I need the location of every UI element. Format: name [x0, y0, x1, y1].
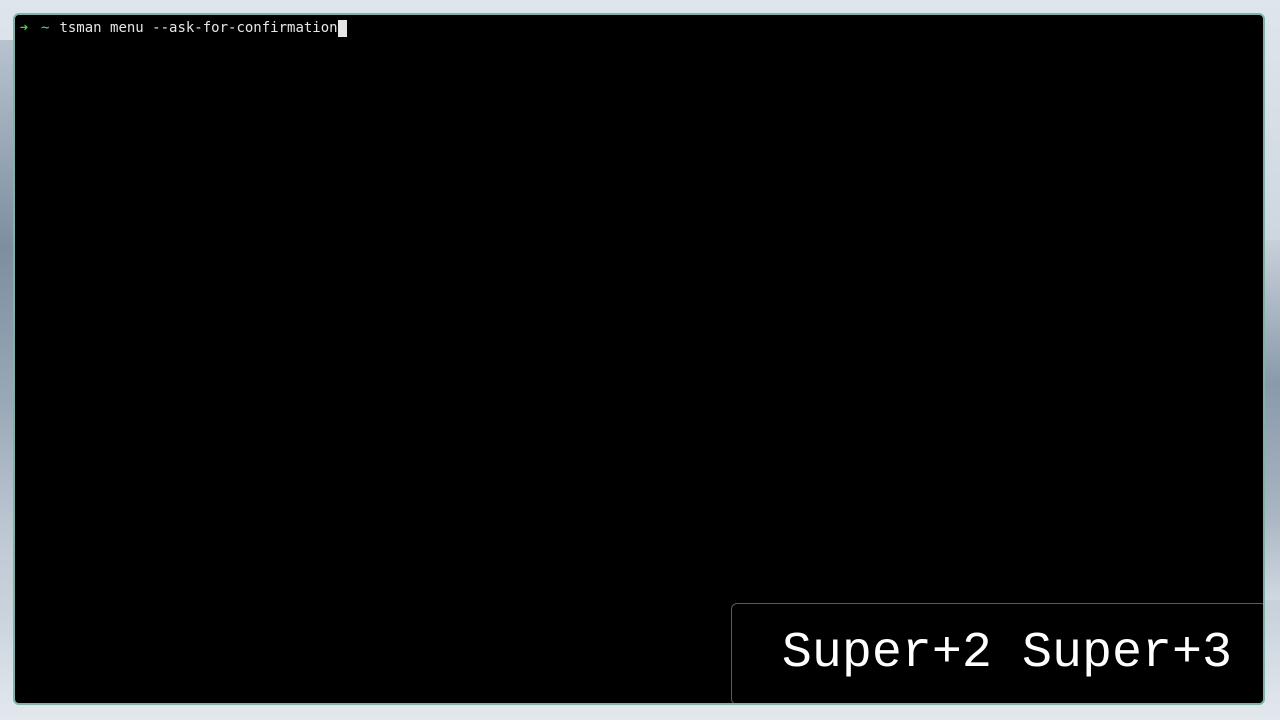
command-input[interactable]: tsman menu --ask-for-confirmation	[59, 18, 337, 38]
keystroke-overlay: Super+2 Super+3	[731, 603, 1263, 703]
keystroke-2: Super+3	[1021, 625, 1232, 682]
keystroke-list: Super+2 Super+3	[782, 624, 1232, 684]
prompt-line: ➜ ~ tsman menu --ask-for-confirmation	[17, 18, 347, 38]
prompt-directory: ~	[41, 20, 50, 36]
keystroke-1: Super+2	[781, 625, 992, 682]
terminal-window[interactable]: ➜ ~ tsman menu --ask-for-confirmation Supe…	[13, 13, 1265, 705]
prompt-arrow-icon: ➜	[19, 20, 29, 36]
text-cursor	[337, 19, 347, 37]
